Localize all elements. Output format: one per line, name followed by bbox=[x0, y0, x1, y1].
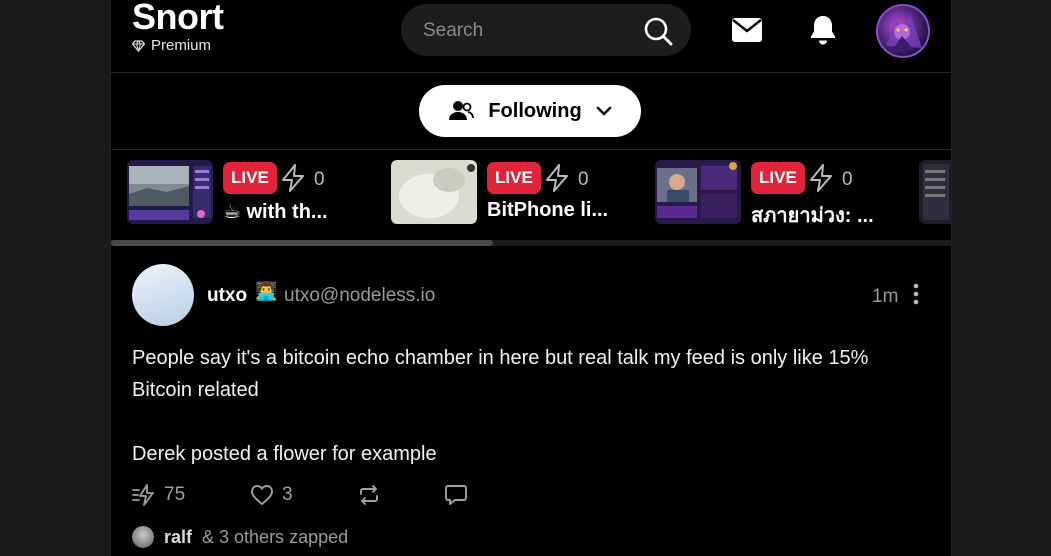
note-card[interactable]: utxo 👨‍💻 utxo@nodeless.io 1m People say … bbox=[111, 247, 951, 556]
author-avatar[interactable] bbox=[132, 264, 194, 326]
stream-thumbnail bbox=[655, 160, 741, 224]
stream-thumbnail bbox=[919, 160, 951, 224]
zap-count: 0 bbox=[314, 169, 325, 190]
live-stream-item[interactable]: LIVE 0 สภายาม่วง: ... bbox=[655, 160, 895, 227]
author-nip05[interactable]: utxo@nodeless.io bbox=[284, 285, 435, 307]
live-stream-item[interactable]: LIVE 0 ☕ with th... bbox=[127, 160, 367, 226]
stream-title: ☕ with th... bbox=[223, 201, 328, 223]
bell-icon[interactable] bbox=[809, 14, 837, 46]
zapper-avatar[interactable] bbox=[132, 526, 154, 548]
reply-action-button[interactable] bbox=[444, 484, 476, 506]
horizontal-scrollbar[interactable] bbox=[111, 240, 951, 246]
live-stream-item[interactable] bbox=[919, 160, 951, 226]
snort-app: Snort Premium Search Following LIVE 0 ☕ … bbox=[110, 0, 952, 556]
live-badge: LIVE bbox=[223, 162, 277, 194]
feed-selector-bar: Following bbox=[111, 73, 951, 150]
heart-icon bbox=[251, 485, 273, 505]
scrollbar-thumb[interactable] bbox=[111, 240, 493, 246]
chevron-down-icon bbox=[596, 106, 611, 116]
stream-thumbnail bbox=[391, 160, 477, 224]
note-text-paragraph: Derek posted a flower for example bbox=[132, 443, 437, 465]
note-content: People say it's a bitcoin echo chamber i… bbox=[132, 342, 922, 470]
repost-action-button[interactable] bbox=[357, 484, 389, 506]
zap-count: 75 bbox=[164, 484, 186, 505]
zap-count: 0 bbox=[842, 169, 853, 190]
stream-thumbnail bbox=[127, 160, 213, 224]
diamond-icon bbox=[132, 39, 145, 52]
like-action-button[interactable]: 3 bbox=[250, 484, 293, 506]
stream-title: BitPhone li... bbox=[487, 199, 609, 221]
zappers-rest: & 3 others zapped bbox=[202, 526, 349, 547]
avatar-image bbox=[886, 14, 922, 50]
lightning-icon bbox=[546, 164, 568, 192]
search-icon[interactable] bbox=[643, 16, 673, 46]
user-avatar[interactable] bbox=[876, 4, 930, 58]
lightning-icon bbox=[810, 164, 832, 192]
reply-icon bbox=[445, 485, 467, 505]
note-text-paragraph: People say it's a bitcoin echo chamber i… bbox=[132, 347, 869, 401]
live-badge: LIVE bbox=[487, 162, 541, 194]
search-input[interactable] bbox=[421, 17, 635, 45]
following-label: Following bbox=[488, 99, 582, 122]
zap-icon bbox=[132, 484, 154, 506]
users-icon bbox=[449, 101, 475, 120]
lightning-icon bbox=[282, 164, 304, 192]
following-dropdown[interactable]: Following bbox=[419, 85, 641, 137]
premium-text: Premium bbox=[151, 37, 212, 54]
search-box[interactable] bbox=[401, 4, 691, 56]
like-count: 3 bbox=[282, 484, 293, 505]
repost-icon bbox=[360, 485, 378, 505]
live-stream-item[interactable]: LIVE 0 BitPhone li... bbox=[391, 160, 631, 226]
stream-title: สภายาม่วง: ... bbox=[751, 205, 874, 227]
logo-title[interactable]: Snort bbox=[132, 0, 224, 38]
author-name[interactable]: utxo bbox=[207, 285, 247, 307]
post-time[interactable]: 1m bbox=[872, 286, 898, 308]
author-badge: 👨‍💻 bbox=[255, 281, 278, 301]
live-badge: LIVE bbox=[751, 162, 805, 194]
premium-label[interactable]: Premium bbox=[132, 37, 211, 54]
zappers-summary[interactable]: ralf & 3 others zapped bbox=[132, 526, 348, 548]
zap-count: 0 bbox=[578, 169, 589, 190]
zapper-name[interactable]: ralf bbox=[164, 527, 192, 548]
more-options-icon[interactable] bbox=[911, 283, 921, 305]
mail-icon[interactable] bbox=[731, 17, 763, 43]
zap-action-button[interactable]: 75 bbox=[132, 484, 185, 506]
live-streams-strip[interactable]: LIVE 0 ☕ with th... LIVE 0 BitPhone li..… bbox=[111, 150, 951, 246]
top-header: Snort Premium bbox=[111, 0, 951, 73]
